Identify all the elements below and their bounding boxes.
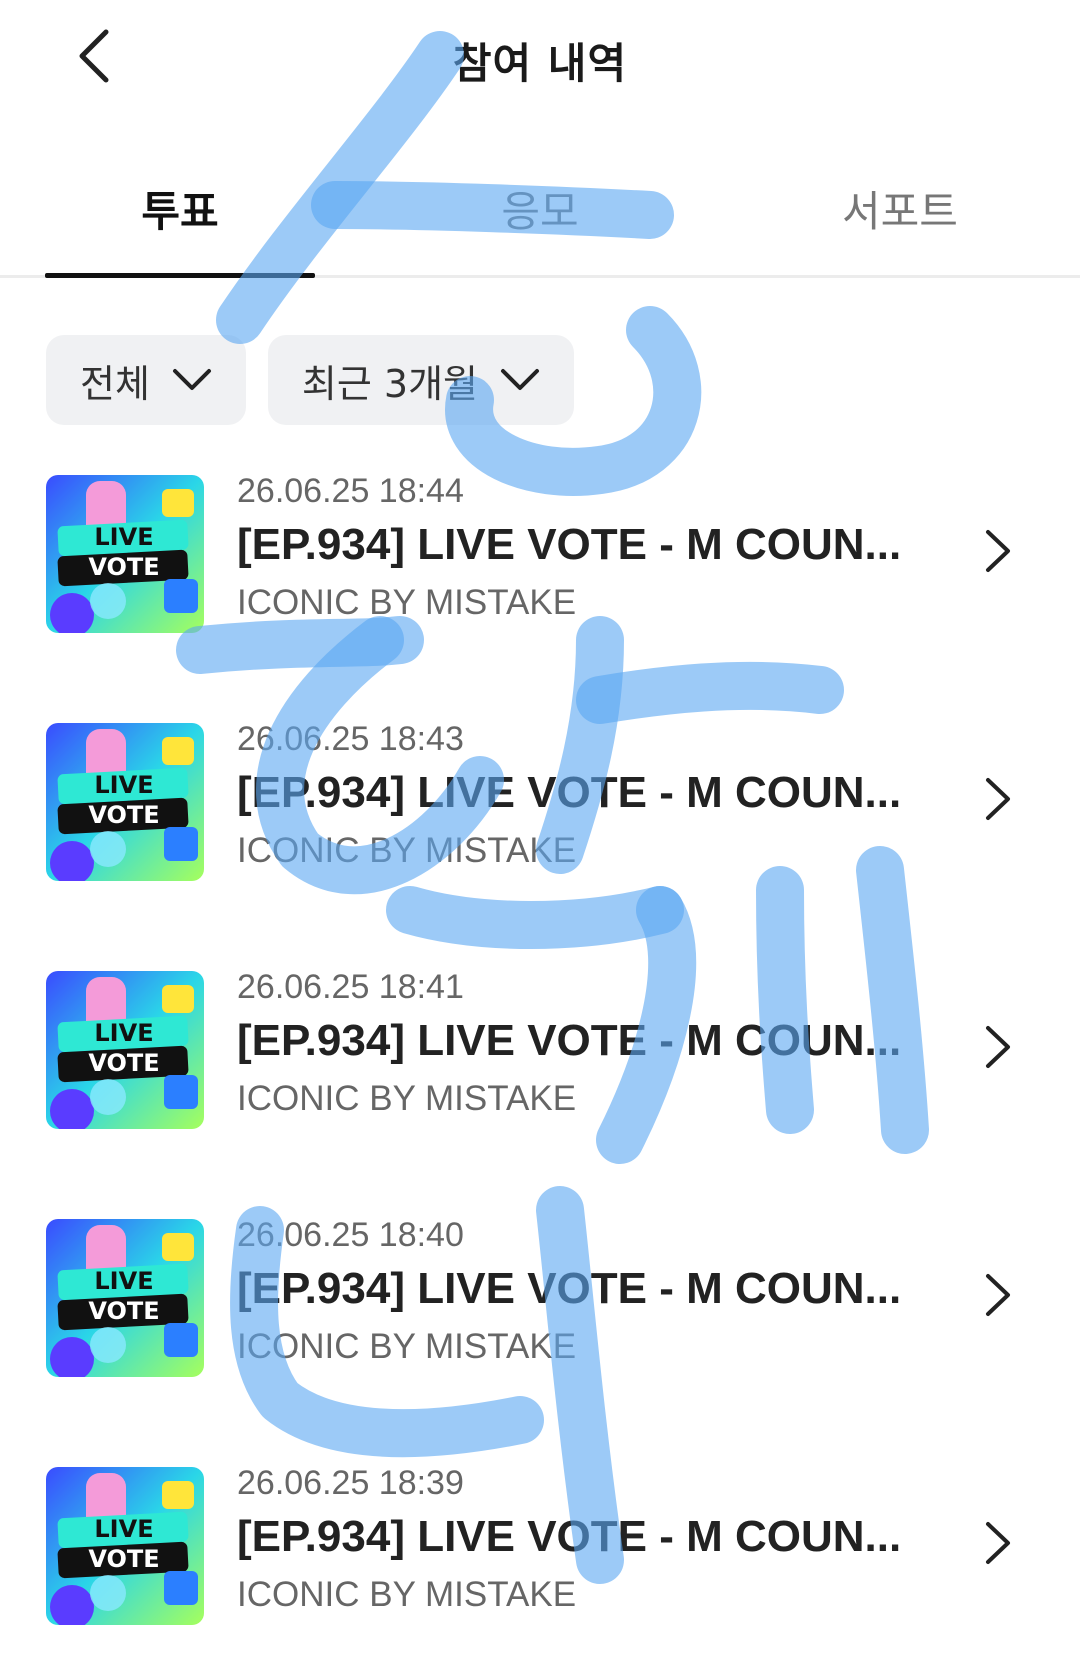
item-date: 26.06.25 18:41: [237, 968, 464, 1006]
filter-bar: 전체 최근 3개월: [46, 335, 575, 425]
svg-text:LIVE: LIVE: [94, 1019, 153, 1047]
svg-text:LIVE: LIVE: [94, 1267, 153, 1295]
chevron-down-icon: [501, 369, 540, 390]
list-item[interactable]: LIVE VOTE 26.06.25 18:39 [EP.934] LIVE V…: [0, 1462, 1080, 1666]
filter-period-dropdown[interactable]: 최근 3개월: [267, 335, 575, 425]
item-title: [EP.934] LIVE VOTE - M COUN...: [237, 1264, 902, 1313]
svg-text:VOTE: VOTE: [88, 553, 159, 581]
chevron-down-icon: [172, 369, 211, 390]
item-subtitle: ICONIC BY MISTAKE: [237, 831, 577, 870]
svg-text:VOTE: VOTE: [88, 801, 159, 829]
filter-all-dropdown[interactable]: 전체: [46, 335, 246, 425]
svg-text:VOTE: VOTE: [88, 1297, 159, 1325]
list-item[interactable]: LIVE VOTE 26.06.25 18:40 [EP.934] LIVE V…: [0, 1214, 1080, 1462]
live-vote-thumbnail: LIVE VOTE: [46, 1467, 204, 1625]
tab-bar: 투표 응모 서포트: [0, 160, 1080, 278]
item-title: [EP.934] LIVE VOTE - M COUN...: [237, 1016, 902, 1065]
tab-vote[interactable]: 투표: [0, 160, 360, 278]
item-meta: 26.06.25 18:40 [EP.934] LIVE VOTE - M CO…: [237, 1214, 937, 1372]
header: 참여 내역: [0, 0, 1080, 120]
participation-history-screen: 참여 내역 투표 응모 서포트 전체 최근 3개월 LIVE VOTE 26.0…: [0, 0, 1080, 1666]
chevron-right-icon: [986, 530, 1010, 572]
item-meta: 26.06.25 18:39 [EP.934] LIVE VOTE - M CO…: [237, 1462, 937, 1620]
svg-text:LIVE: LIVE: [94, 1515, 153, 1543]
item-subtitle: ICONIC BY MISTAKE: [237, 1079, 577, 1118]
filter-period-label: 최근 3개월: [301, 361, 479, 406]
item-subtitle: ICONIC BY MISTAKE: [237, 583, 577, 622]
live-vote-thumbnail: LIVE VOTE: [46, 723, 204, 881]
vote-history-list: LIVE VOTE 26.06.25 18:44 [EP.934] LIVE V…: [0, 470, 1080, 1666]
page-title: 참여 내역: [452, 39, 628, 88]
item-meta: 26.06.25 18:44 [EP.934] LIVE VOTE - M CO…: [237, 470, 937, 628]
chevron-right-icon: [986, 1026, 1010, 1068]
item-subtitle: ICONIC BY MISTAKE: [237, 1327, 577, 1366]
item-date: 26.06.25 18:43: [237, 720, 464, 758]
chevron-right-icon: [986, 778, 1010, 820]
svg-text:LIVE: LIVE: [94, 771, 153, 799]
filter-all-label: 전체: [80, 361, 150, 406]
live-vote-thumbnail: LIVE VOTE: [46, 971, 204, 1129]
item-meta: 26.06.25 18:41 [EP.934] LIVE VOTE - M CO…: [237, 966, 937, 1124]
item-title: [EP.934] LIVE VOTE - M COUN...: [237, 1512, 902, 1561]
item-meta: 26.06.25 18:43 [EP.934] LIVE VOTE - M CO…: [237, 718, 937, 876]
chevron-right-icon: [986, 1274, 1010, 1316]
item-date: 26.06.25 18:40: [237, 1216, 464, 1254]
item-date: 26.06.25 18:44: [237, 472, 464, 510]
list-item[interactable]: LIVE VOTE 26.06.25 18:43 [EP.934] LIVE V…: [0, 718, 1080, 966]
tab-apply[interactable]: 응모: [360, 160, 720, 275]
item-title: [EP.934] LIVE VOTE - M COUN...: [237, 520, 902, 569]
tab-support[interactable]: 서포트: [720, 160, 1080, 275]
chevron-right-icon: [986, 1522, 1010, 1564]
svg-text:LIVE: LIVE: [94, 523, 153, 551]
live-vote-thumbnail: LIVE VOTE: [46, 1219, 204, 1377]
item-subtitle: ICONIC BY MISTAKE: [237, 1575, 577, 1614]
svg-text:VOTE: VOTE: [88, 1545, 159, 1573]
item-date: 26.06.25 18:39: [237, 1464, 464, 1502]
svg-text:VOTE: VOTE: [88, 1049, 159, 1077]
list-item[interactable]: LIVE VOTE 26.06.25 18:41 [EP.934] LIVE V…: [0, 966, 1080, 1214]
list-item[interactable]: LIVE VOTE 26.06.25 18:44 [EP.934] LIVE V…: [0, 470, 1080, 718]
item-title: [EP.934] LIVE VOTE - M COUN...: [237, 768, 902, 817]
live-vote-thumbnail: LIVE VOTE: [46, 475, 204, 633]
